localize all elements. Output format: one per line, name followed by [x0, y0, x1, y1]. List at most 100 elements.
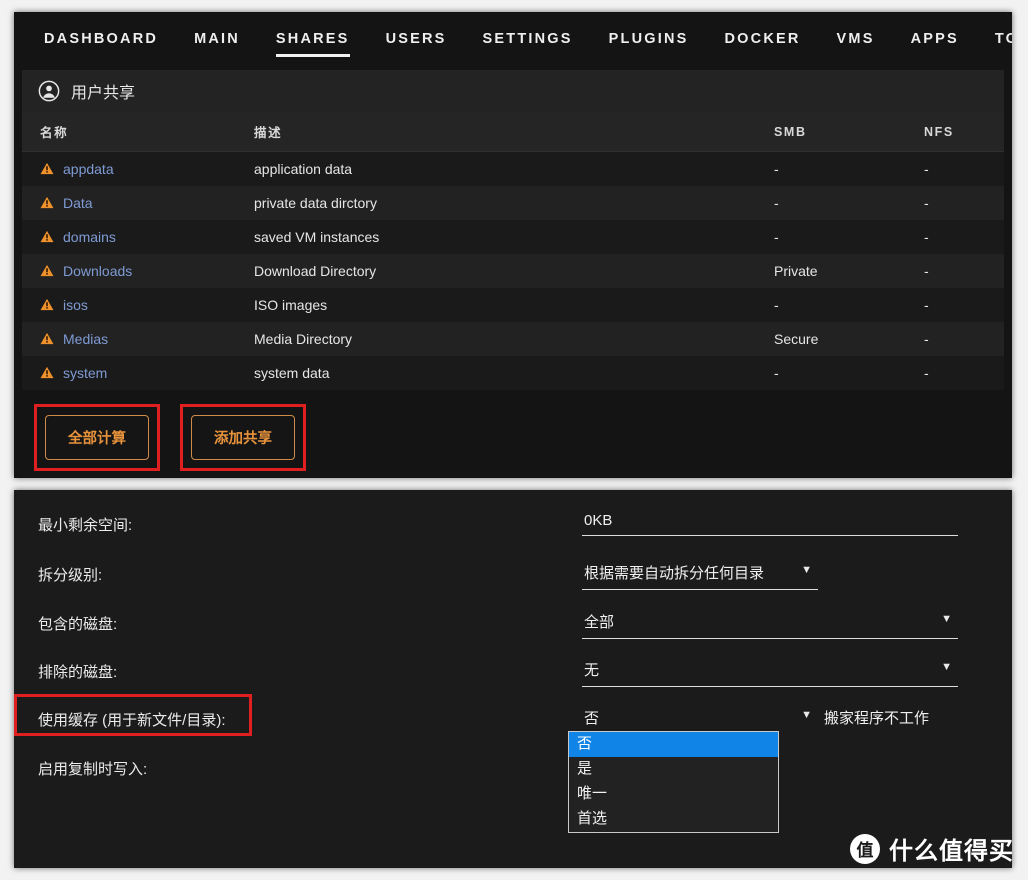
field-row-included-disks: 包含的磁盘: 全部 ▼ [14, 601, 1012, 650]
label-min-free-space: 最小剩余空间: [38, 517, 133, 534]
share-name-cell: system [22, 356, 254, 390]
nav-item-docker[interactable]: DOCKER [707, 25, 819, 57]
select-use-cache[interactable]: 否 ▼ [582, 703, 818, 734]
share-description: saved VM instances [254, 228, 380, 245]
use-cache-dropdown-list[interactable]: 否 是 唯一 首选 [568, 731, 779, 833]
nav-item-settings[interactable]: SETTINGS [465, 25, 591, 57]
column-header-smb[interactable]: SMB [774, 112, 924, 152]
nav-item-tools[interactable]: TOOLS [977, 25, 1012, 57]
warning-triangle-icon [40, 264, 54, 277]
share-nfs: - [924, 228, 929, 245]
table-row[interactable]: system system data - - [22, 355, 1004, 390]
nav-item-shares[interactable]: SHARES [258, 25, 368, 57]
table-row[interactable]: isos ISO images - - [22, 287, 1004, 322]
table-row[interactable]: domains saved VM instances - - [22, 219, 1004, 254]
label-use-cache: 使用缓存 (用于新文件/目录): [38, 712, 226, 729]
share-link-appdata[interactable]: appdata [63, 161, 114, 177]
table-header-row: 名称 描述 SMB NFS [22, 112, 1004, 152]
field-row-cow: 启用复制时写入: [14, 746, 1012, 795]
chevron-down-icon: ▼ [941, 661, 952, 673]
table-row[interactable]: Downloads Download Directory Private - [22, 253, 1004, 288]
label-enable-cow: 启用复制时写入: [38, 761, 148, 778]
main-navbar: DASHBOARD MAIN SHARES USERS SETTINGS PLU… [14, 12, 1012, 70]
user-shares-header: 用户共享 [22, 70, 1004, 112]
nav-item-plugins[interactable]: PLUGINS [591, 25, 707, 57]
shares-actions: 全部计算 添加共享 [14, 390, 1012, 471]
share-smb: - [774, 160, 779, 177]
share-description: application data [254, 160, 353, 177]
share-link-medias[interactable]: Medias [63, 331, 108, 347]
share-nfs: - [924, 330, 929, 347]
compute-all-button[interactable]: 全部计算 [45, 414, 149, 460]
select-included-disks-value: 全部 [584, 614, 615, 631]
share-settings-panel: 最小剩余空间: 0KB 拆分级别: 根据需要自动拆分任何目录 ▼ 包含的磁盘: … [14, 490, 1012, 868]
field-row-split-level: 拆分级别: 根据需要自动拆分任何目录 ▼ [14, 552, 1012, 601]
field-row-excluded-disks: 排除的磁盘: 无 ▼ [14, 649, 1012, 698]
share-description: Media Directory [254, 330, 353, 347]
smzdm-logo-icon: 值 [850, 833, 880, 864]
user-shares-title: 用户共享 [71, 85, 136, 102]
select-excluded-disks-value: 无 [584, 662, 600, 679]
table-row[interactable]: Medias Media Directory Secure - [22, 321, 1004, 356]
share-nfs: - [924, 262, 929, 279]
table-row[interactable]: Data private data dirctory - - [22, 185, 1004, 220]
nav-item-dashboard[interactable]: DASHBOARD [26, 25, 176, 57]
add-share-highlight: 添加共享 [180, 403, 306, 471]
share-smb: - [774, 296, 779, 313]
input-min-free-space[interactable]: 0KB [582, 508, 958, 536]
dropdown-option-prefer[interactable]: 首选 [569, 807, 778, 832]
column-header-description[interactable]: 描述 [254, 112, 774, 152]
nav-item-users[interactable]: USERS [368, 25, 465, 57]
label-included-disks: 包含的磁盘: [38, 616, 118, 633]
watermark: 值 什么值得买 [850, 831, 1014, 866]
share-name-cell: Medias [22, 322, 254, 356]
share-smb: - [774, 364, 779, 381]
chevron-down-icon: ▼ [801, 709, 812, 721]
select-split-level[interactable]: 根据需要自动拆分任何目录 ▼ [582, 558, 818, 590]
field-row-min-free-space: 最小剩余空间: 0KB [14, 502, 1012, 551]
warning-triangle-icon [40, 230, 54, 243]
dropdown-option-no[interactable]: 否 [569, 732, 778, 757]
watermark-text: 什么值得买 [889, 837, 1014, 865]
share-smb: Private [774, 262, 818, 279]
field-row-use-cache: 使用缓存 (用于新文件/目录): 否 ▼ 搬家程序不工作 [14, 697, 1012, 746]
warning-triangle-icon [40, 366, 54, 379]
user-shares-card: 用户共享 名称 描述 SMB NFS appdata application d… [22, 70, 1004, 390]
compute-all-highlight: 全部计算 [34, 403, 160, 471]
share-smb: - [774, 194, 779, 211]
nav-item-vms[interactable]: VMS [819, 25, 893, 57]
share-link-downloads[interactable]: Downloads [63, 263, 132, 279]
label-split-level: 拆分级别: [38, 567, 103, 584]
warning-triangle-icon [40, 332, 54, 345]
dropdown-option-yes[interactable]: 是 [569, 757, 778, 782]
add-share-top-button[interactable]: 添加共享 [191, 414, 295, 460]
share-nfs: - [924, 364, 929, 381]
column-header-nfs[interactable]: NFS [924, 112, 1004, 152]
dropdown-option-only[interactable]: 唯一 [569, 782, 778, 807]
label-excluded-disks: 排除的磁盘: [38, 664, 118, 681]
shares-table-body: appdata application data - - Data privat… [22, 151, 1004, 390]
share-link-domains[interactable]: domains [63, 229, 116, 245]
user-circle-icon [38, 80, 60, 102]
share-description: Download Directory [254, 262, 377, 279]
share-nfs: - [924, 160, 929, 177]
warning-triangle-icon [40, 163, 54, 175]
shares-table: 名称 描述 SMB NFS appdata application data -… [22, 112, 1004, 390]
select-excluded-disks[interactable]: 无 ▼ [582, 655, 958, 687]
table-row[interactable]: appdata application data - - [22, 151, 1004, 186]
share-link-data[interactable]: Data [63, 195, 93, 211]
column-header-name[interactable]: 名称 [22, 112, 254, 152]
share-smb: Secure [774, 330, 819, 347]
nav-item-apps[interactable]: APPS [893, 25, 977, 57]
nav-item-main[interactable]: MAIN [176, 25, 258, 57]
share-description: system data [254, 364, 330, 381]
share-description: ISO images [254, 296, 328, 313]
share-name-cell: Downloads [22, 254, 254, 288]
share-description: private data dirctory [254, 194, 377, 211]
share-nfs: - [924, 296, 929, 313]
select-split-level-value: 根据需要自动拆分任何目录 [584, 565, 765, 582]
share-name-cell: Data [22, 186, 254, 220]
share-link-isos[interactable]: isos [63, 297, 88, 313]
share-link-system[interactable]: system [63, 365, 107, 381]
select-included-disks[interactable]: 全部 ▼ [582, 607, 958, 639]
